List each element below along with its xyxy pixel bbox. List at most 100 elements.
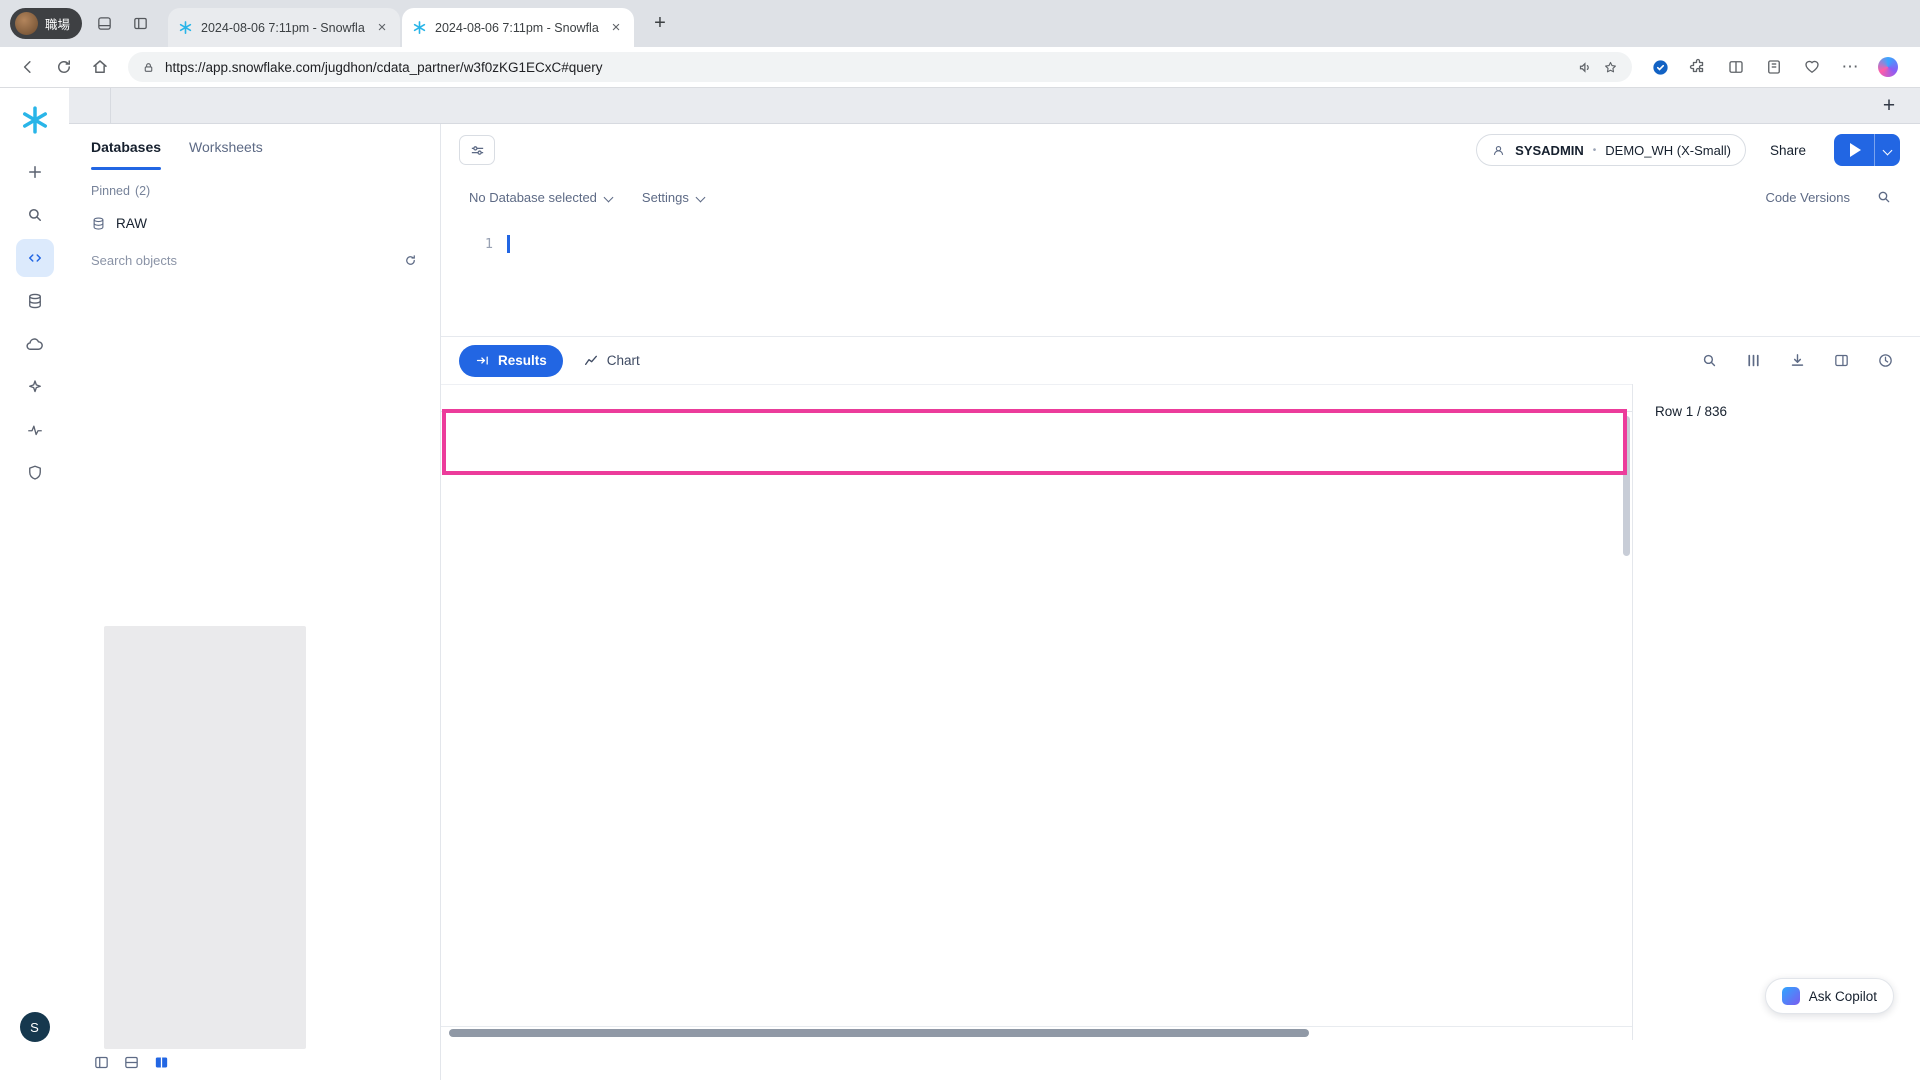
vertical-scrollbar[interactable] xyxy=(1623,416,1630,556)
home-icon[interactable] xyxy=(84,51,116,83)
split-view-icon[interactable] xyxy=(123,1054,140,1071)
settings-label: Settings xyxy=(642,190,689,205)
profile-avatar xyxy=(15,12,38,35)
panel-layout-toggles xyxy=(93,1054,170,1071)
refresh-icon[interactable] xyxy=(48,51,80,83)
marketplace-cloud-icon[interactable] xyxy=(16,325,54,363)
browser-tab-strip: 職場 2024-08-06 7:11pm - Snowfla × 2024-08… xyxy=(0,0,1920,47)
run-play-icon[interactable] xyxy=(1834,134,1874,166)
row-position-label: Row 1 / 836 xyxy=(1655,404,1898,419)
snowflake-favicon xyxy=(412,20,427,35)
snowflake-logo[interactable] xyxy=(15,100,55,140)
close-tab-icon[interactable]: × xyxy=(608,19,624,36)
extension-badge-icon[interactable] xyxy=(1644,51,1676,83)
pinned-section-header: Pinned (2) xyxy=(69,170,440,206)
databases-icon[interactable] xyxy=(16,282,54,320)
activity-icon[interactable] xyxy=(16,411,54,449)
browser-action-icons: ⋯ xyxy=(1644,51,1904,83)
results-search-icon[interactable] xyxy=(1701,352,1718,369)
new-worksheet-plus-icon[interactable] xyxy=(16,153,54,191)
role-name: SYSADMIN xyxy=(1515,143,1584,158)
collections-icon[interactable] xyxy=(1758,51,1790,83)
browser-tab-active[interactable]: 2024-08-06 7:11pm - Snowfla × xyxy=(402,8,634,47)
filters-icon[interactable] xyxy=(459,135,495,165)
snowsight-app: S + Databases Worksheets Pinned (2) xyxy=(0,88,1920,1080)
panel-overlay xyxy=(104,626,306,1049)
context-separator: • xyxy=(1593,145,1597,156)
search-icon[interactable] xyxy=(16,196,54,234)
settings-dropdown[interactable]: Settings xyxy=(642,190,704,205)
row-detail-panel: Row 1 / 836 Ask Copilot xyxy=(1632,384,1920,1040)
split-screen-icon[interactable] xyxy=(1720,51,1752,83)
tab-actions-icon[interactable] xyxy=(126,10,154,38)
context-selector[interactable]: SYSADMIN • DEMO_WH (X-Small) xyxy=(1476,134,1746,166)
sql-editor[interactable]: 1 xyxy=(441,218,1920,336)
editor-search-icon[interactable] xyxy=(1876,189,1892,205)
database-icon xyxy=(91,216,106,231)
apps-sparkle-icon[interactable] xyxy=(16,368,54,406)
back-icon[interactable] xyxy=(12,51,44,83)
browser-tab-title: 2024-08-06 7:11pm - Snowfla xyxy=(435,21,600,35)
results-label: Results xyxy=(498,353,547,368)
database-selector-label: No Database selected xyxy=(469,190,597,205)
ask-copilot-label: Ask Copilot xyxy=(1809,989,1877,1004)
refresh-icon[interactable] xyxy=(403,253,418,268)
new-tab-button[interactable]: + xyxy=(646,10,674,38)
settings-menu-icon[interactable]: ⋯ xyxy=(1834,51,1866,83)
chevron-down-icon xyxy=(695,192,705,202)
worksheet-area: SYSADMIN • DEMO_WH (X-Small) Share No Da… xyxy=(441,124,1920,1080)
tab-chart[interactable]: Chart xyxy=(573,353,650,369)
object-explorer-panel: Databases Worksheets Pinned (2) RAW Sear… xyxy=(69,124,441,1080)
collapse-panel-icon[interactable] xyxy=(93,1054,110,1071)
run-options-chevron-icon[interactable] xyxy=(1874,134,1900,166)
horizontal-scrollbar[interactable] xyxy=(449,1029,1309,1037)
line-number: 1 xyxy=(441,236,493,252)
governance-shield-icon[interactable] xyxy=(16,454,54,492)
browser-essentials-icon[interactable] xyxy=(1796,51,1828,83)
object-search-input[interactable]: Search objects xyxy=(69,240,440,280)
run-button[interactable] xyxy=(1834,134,1900,166)
close-tab-icon[interactable]: × xyxy=(374,19,390,36)
horizontal-scrollbar-track xyxy=(441,1026,1632,1040)
chart-label: Chart xyxy=(607,353,640,368)
tab-databases[interactable]: Databases xyxy=(91,124,161,170)
panel-toggle-icon[interactable] xyxy=(1833,352,1850,369)
workspaces-icon[interactable] xyxy=(90,10,118,38)
ask-copilot-button[interactable]: Ask Copilot xyxy=(1765,978,1894,1014)
read-aloud-icon[interactable] xyxy=(1578,60,1593,75)
search-placeholder: Search objects xyxy=(91,253,177,268)
columns-icon[interactable] xyxy=(1745,352,1762,369)
address-bar[interactable]: https://app.snowflake.com/jugdhon/cdata_… xyxy=(128,52,1632,82)
code-versions-button[interactable]: Code Versions xyxy=(1765,190,1850,205)
browser-toolbar: https://app.snowflake.com/jugdhon/cdata_… xyxy=(0,47,1920,88)
worksheets-icon[interactable] xyxy=(16,239,54,277)
user-avatar[interactable]: S xyxy=(20,1012,50,1042)
add-favorite-star-icon[interactable] xyxy=(1603,60,1618,75)
pinned-count: (2) xyxy=(135,184,150,198)
extensions-puzzle-icon[interactable] xyxy=(1682,51,1714,83)
grid-view-icon[interactable] xyxy=(153,1054,170,1071)
pinned-item-label: RAW xyxy=(116,216,147,231)
site-info-lock-icon[interactable] xyxy=(142,61,155,74)
history-clock-icon[interactable] xyxy=(1877,352,1894,369)
tab-worksheets[interactable]: Worksheets xyxy=(189,124,263,170)
profile-label: 職場 xyxy=(45,14,70,33)
copilot-icon xyxy=(1782,987,1800,1005)
database-selector[interactable]: No Database selected xyxy=(469,190,612,205)
tab-results[interactable]: Results xyxy=(459,345,563,377)
user-role-icon xyxy=(1491,143,1506,158)
pinned-item-raw[interactable]: RAW xyxy=(69,206,440,240)
sql-line-1[interactable] xyxy=(507,234,516,254)
new-worksheet-tab-button[interactable]: + xyxy=(1874,91,1904,121)
url-text[interactable]: https://app.snowflake.com/jugdhon/cdata_… xyxy=(165,60,1568,75)
browser-copilot-icon[interactable] xyxy=(1872,51,1904,83)
download-icon[interactable] xyxy=(1789,352,1806,369)
pinned-label: Pinned xyxy=(91,184,130,198)
share-button[interactable]: Share xyxy=(1758,143,1818,158)
browser-tab[interactable]: 2024-08-06 7:11pm - Snowfla × xyxy=(168,8,400,47)
worksheet-tab-partial[interactable] xyxy=(69,88,111,123)
browser-profile-button[interactable]: 職場 xyxy=(10,8,82,39)
browser-tabs: 2024-08-06 7:11pm - Snowfla × 2024-08-06… xyxy=(168,8,634,47)
chart-icon xyxy=(583,353,599,369)
database-tree xyxy=(69,280,440,1080)
